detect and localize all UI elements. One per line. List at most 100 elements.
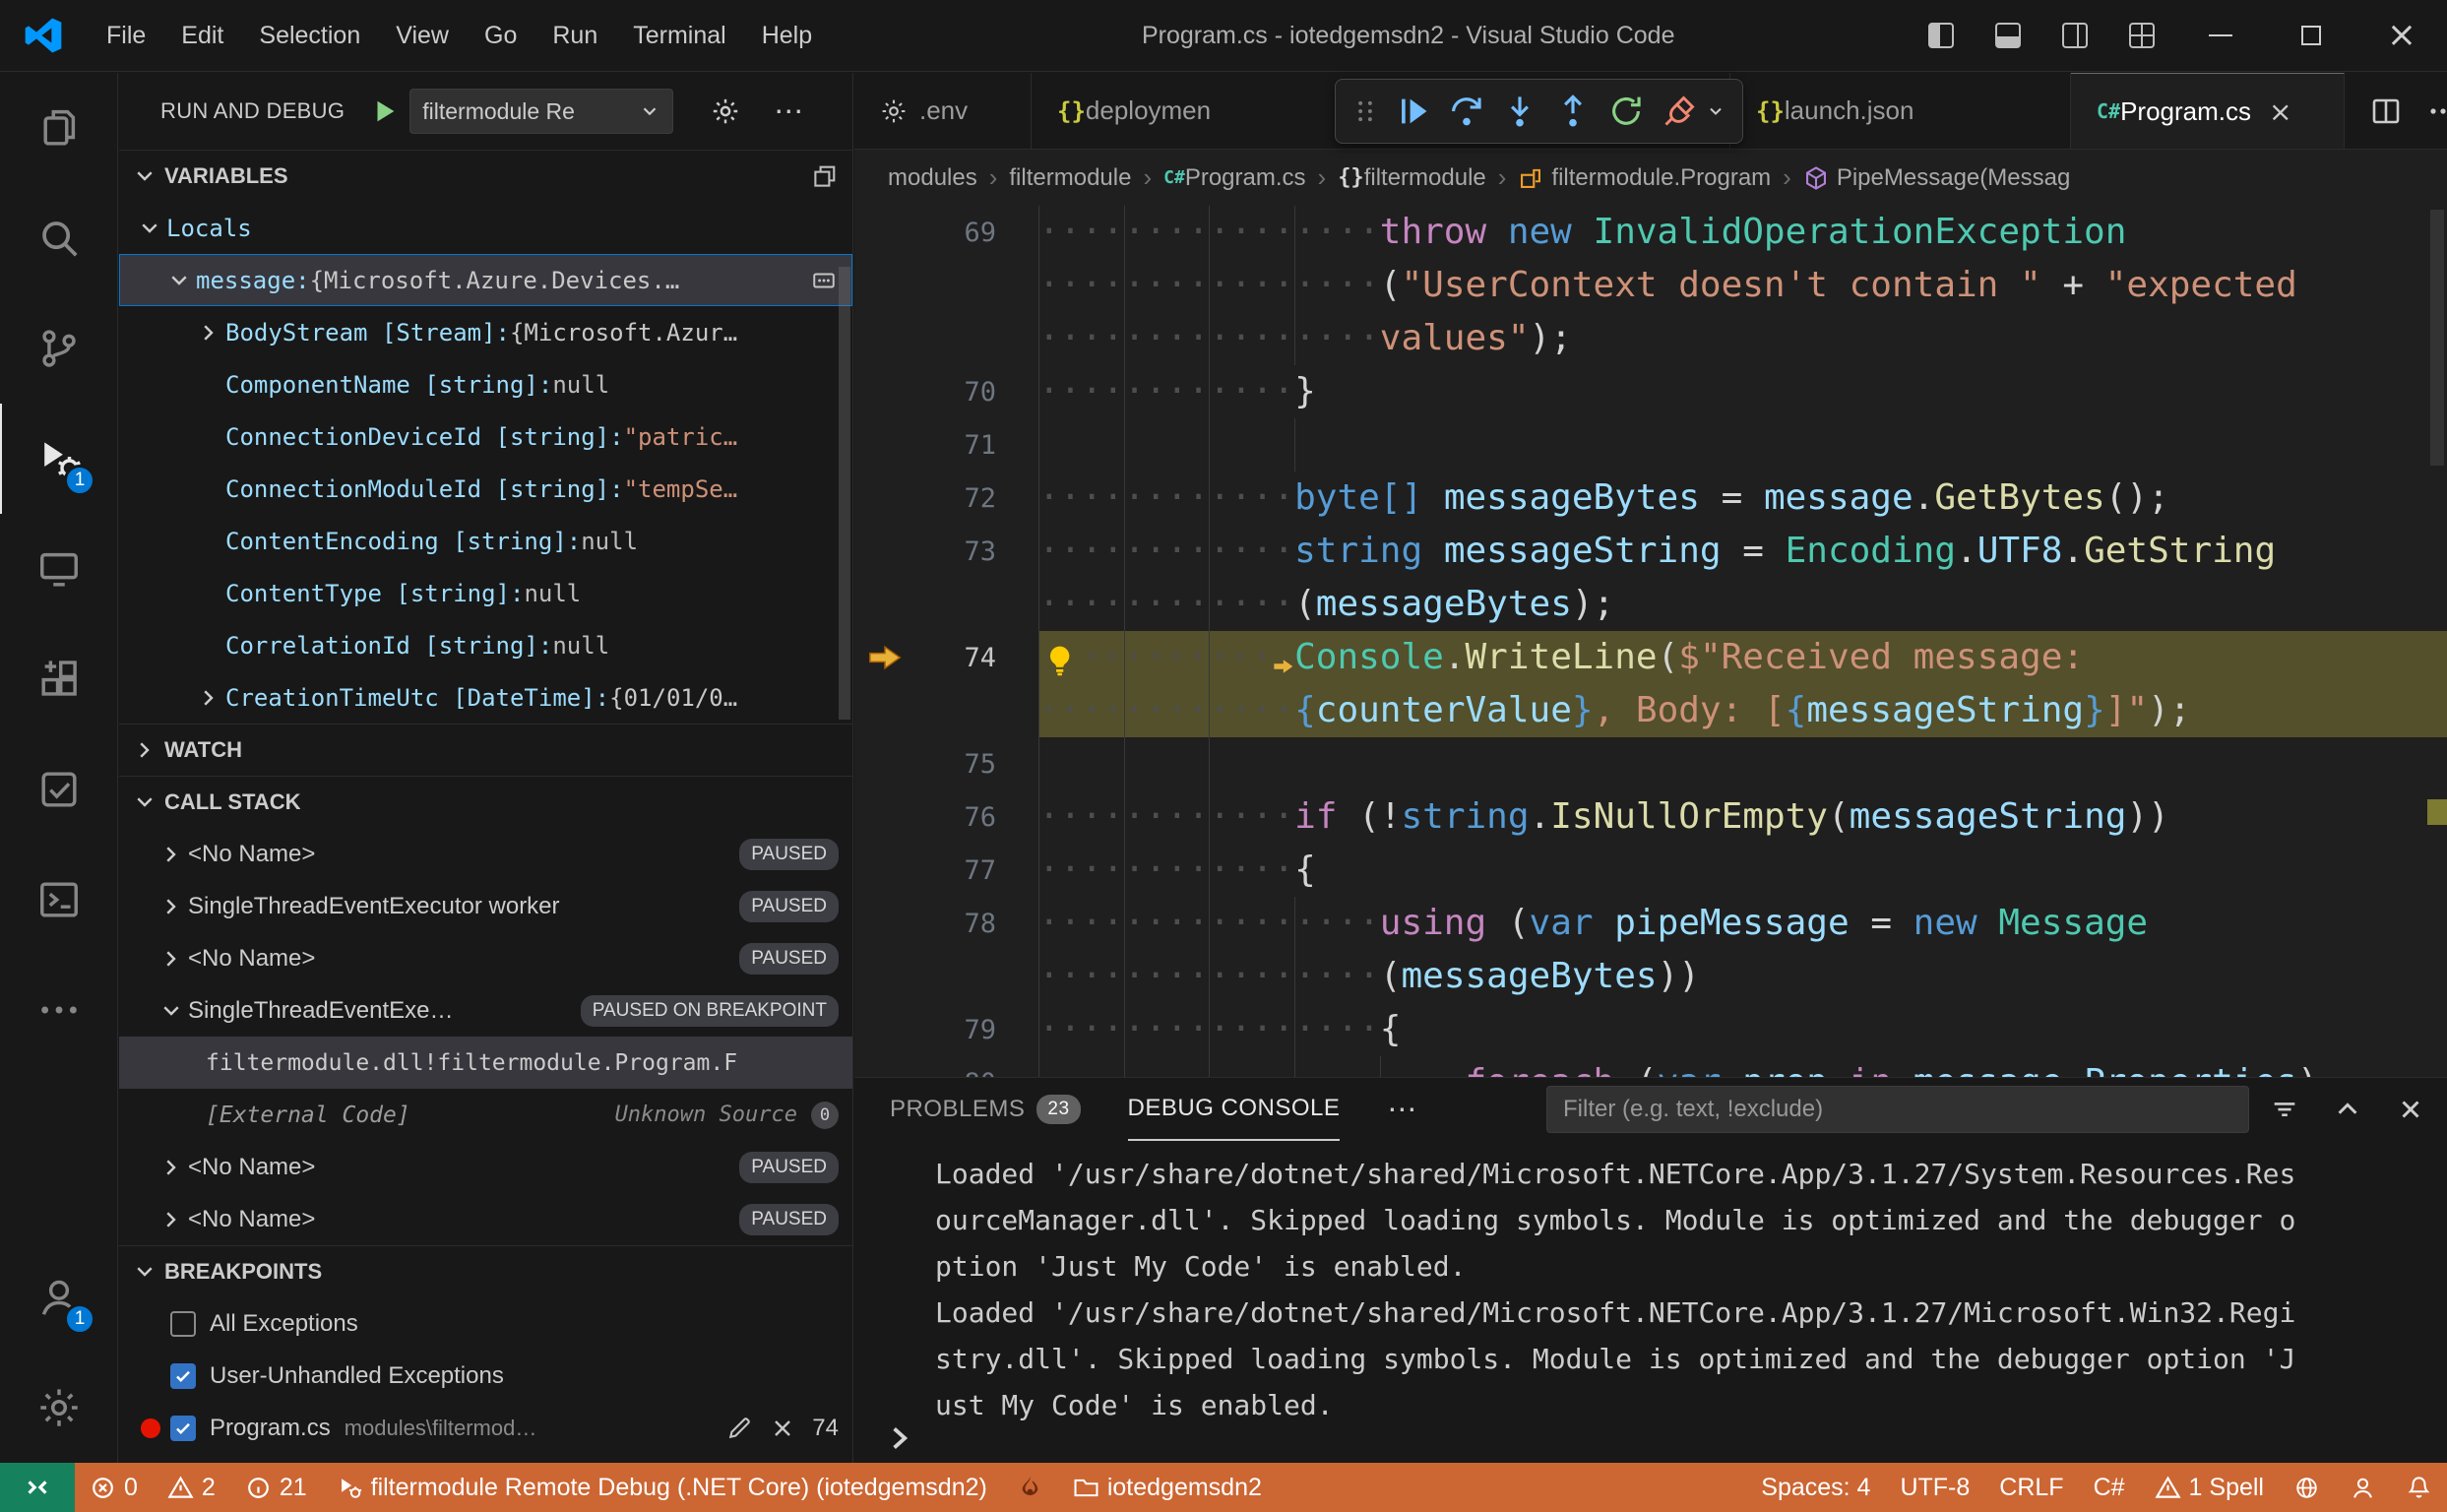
console-prompt-icon[interactable] xyxy=(884,1421,917,1455)
call-stack-thread[interactable]: <No Name>PAUSED xyxy=(119,932,852,984)
section-variables[interactable]: VARIABLES xyxy=(119,150,852,202)
variable-row[interactable]: CreationTimeUtc [DateTime]: {01/01/0… xyxy=(119,671,852,724)
filter-lines-icon[interactable] xyxy=(2270,1095,2299,1124)
activity-extensions[interactable] xyxy=(0,624,117,734)
editor-scrollbar[interactable] xyxy=(2427,151,2447,1077)
call-stack-thread[interactable]: SingleThreadEventExe…PAUSED ON BREAKPOIN… xyxy=(119,984,852,1037)
activity-run-and-debug[interactable]: 1 xyxy=(0,404,117,514)
minimize-button[interactable] xyxy=(2175,0,2266,71)
code-line-74[interactable]: 74·········Console.WriteLine($"Received … xyxy=(854,631,2447,684)
step-over-icon[interactable] xyxy=(1449,94,1484,129)
status-indentation[interactable]: Spaces: 4 xyxy=(1746,1463,1885,1512)
code-line-wrap[interactable]: ················(messageBytes)) xyxy=(854,950,2447,1003)
breadcrumb-item[interactable]: modules xyxy=(888,164,977,192)
section-call-stack[interactable]: CALL STACK xyxy=(119,776,852,828)
status-infos[interactable]: 21 xyxy=(230,1463,322,1512)
lightbulb-icon[interactable] xyxy=(1038,641,1081,676)
status-iot-edge-flame[interactable] xyxy=(1002,1463,1058,1512)
gutter[interactable] xyxy=(854,259,1038,312)
toggle-sidebar-icon[interactable] xyxy=(1928,23,1954,48)
stack-frame[interactable]: filtermodule.dll!filtermodule.Program.F xyxy=(119,1037,852,1089)
activity-accounts[interactable]: 1 xyxy=(0,1242,117,1353)
gutter[interactable]: 71 xyxy=(854,418,1038,472)
gutter[interactable] xyxy=(854,578,1038,631)
gutter[interactable]: 77 xyxy=(854,844,1038,897)
menu-terminal[interactable]: Terminal xyxy=(615,0,743,72)
scrollbar-thumb[interactable] xyxy=(2430,210,2444,466)
activity-settings[interactable] xyxy=(0,1353,117,1463)
variable-row[interactable]: ConnectionModuleId [string]: "tempSe… xyxy=(119,463,852,515)
close-button[interactable]: × xyxy=(2356,0,2447,71)
code-line-69[interactable]: 69················throw new InvalidOpera… xyxy=(854,206,2447,259)
gutter[interactable]: 70 xyxy=(854,365,1038,418)
customize-layout-icon[interactable] xyxy=(2129,23,2155,48)
call-stack-thread[interactable]: SingleThreadEventExecutor workerPAUSED xyxy=(119,880,852,932)
section-breakpoints[interactable]: BREAKPOINTS xyxy=(119,1245,852,1297)
code-line-72[interactable]: 72············byte[] messageBytes = mess… xyxy=(854,472,2447,525)
variable-row[interactable]: ConnectionDeviceId [string]: "patric… xyxy=(119,410,852,463)
activity-search[interactable] xyxy=(0,183,117,293)
maximize-button[interactable] xyxy=(2266,0,2356,71)
gutter[interactable]: 74 xyxy=(854,631,1038,684)
gutter[interactable]: 80 xyxy=(854,1056,1038,1077)
panel-tab-problems[interactable]: PROBLEMS23 xyxy=(890,1078,1081,1141)
gutter[interactable] xyxy=(854,312,1038,365)
panel-tab-debug-console[interactable]: DEBUG CONSOLE xyxy=(1128,1078,1341,1141)
status-remote-indicator[interactable] xyxy=(0,1463,75,1512)
status-debug-session[interactable]: filtermodule Remote Debug (.NET Core) (i… xyxy=(322,1463,1002,1512)
status-eol[interactable]: CRLF xyxy=(1984,1463,2078,1512)
menu-edit[interactable]: Edit xyxy=(163,0,241,72)
breakpoint-row[interactable]: All Exceptions xyxy=(119,1297,852,1350)
call-stack-thread[interactable]: <No Name>PAUSED xyxy=(119,1141,852,1193)
variable-row[interactable]: CorrelationId [string]: null xyxy=(119,619,852,671)
breadcrumb-item[interactable]: filtermodule.Program xyxy=(1518,164,1771,192)
status-feedback[interactable] xyxy=(2335,1463,2391,1512)
tab-.env[interactable]: .env xyxy=(854,73,1032,149)
debug-console-output[interactable]: Loaded '/usr/share/dotnet/shared/Microso… xyxy=(854,1141,2447,1428)
status-language-mode[interactable]: C# xyxy=(2079,1463,2140,1512)
debug-config-select[interactable]: filtermodule Re xyxy=(409,89,673,134)
view-binary-icon[interactable] xyxy=(809,268,839,293)
code-line-wrap[interactable]: ············(messageBytes); xyxy=(854,578,2447,631)
breadcrumb-item[interactable]: {}filtermodule xyxy=(1338,164,1486,192)
code-line-wrap[interactable]: ············{counterValue}, Body: [{mess… xyxy=(854,684,2447,737)
close-tab-icon[interactable]: × xyxy=(2269,95,2291,128)
sidebar-more-actions[interactable]: ⋯ xyxy=(774,94,805,129)
code-line-73[interactable]: 73············string messageString = Enc… xyxy=(854,525,2447,578)
activity-source-control[interactable] xyxy=(0,293,117,404)
collapse-all-icon[interactable] xyxy=(811,162,839,190)
gutter[interactable] xyxy=(854,950,1038,1003)
gutter[interactable] xyxy=(854,684,1038,737)
maximize-panel-icon[interactable] xyxy=(2333,1095,2362,1124)
close-panel-icon[interactable] xyxy=(2396,1095,2425,1124)
menu-file[interactable]: File xyxy=(89,0,163,72)
gutter[interactable]: 79 xyxy=(854,1003,1038,1056)
code-line-76[interactable]: 76············if (!string.IsNullOrEmpty(… xyxy=(854,790,2447,844)
code-line-79[interactable]: 79················{ xyxy=(854,1003,2447,1056)
status-ports[interactable] xyxy=(2279,1463,2335,1512)
activity-terminal-view[interactable] xyxy=(0,845,117,955)
gutter[interactable]: 69 xyxy=(854,206,1038,259)
gutter[interactable]: 78 xyxy=(854,897,1038,950)
code-line-75[interactable]: 75 xyxy=(854,737,2447,790)
activity-explorer[interactable] xyxy=(0,73,117,183)
step-into-icon[interactable] xyxy=(1502,94,1537,129)
variable-row[interactable]: ContentType [string]: null xyxy=(119,567,852,619)
toggle-secondary-sidebar-icon[interactable] xyxy=(2062,23,2088,48)
stack-frame[interactable]: [External Code]Unknown Source0 xyxy=(119,1089,852,1141)
menu-selection[interactable]: Selection xyxy=(241,0,378,72)
edit-breakpoint-icon[interactable] xyxy=(725,1415,753,1442)
breadcrumb-item[interactable]: C#Program.cs xyxy=(1163,164,1305,192)
menu-help[interactable]: Help xyxy=(744,0,830,72)
status-warnings[interactable]: 2 xyxy=(153,1463,230,1512)
variable-row[interactable]: ContentEncoding [string]: null xyxy=(119,515,852,567)
code-line-70[interactable]: 70············} xyxy=(854,365,2447,418)
gutter[interactable]: 75 xyxy=(854,737,1038,790)
disconnect-icon[interactable] xyxy=(1662,94,1697,129)
tab-launch.json[interactable]: {}launch.json xyxy=(1730,73,2071,149)
status-remote-folder[interactable]: iotedgemsdn2 xyxy=(1058,1463,1277,1512)
more-debug-actions-icon[interactable] xyxy=(1706,101,1725,121)
status-encoding[interactable]: UTF-8 xyxy=(1885,1463,1984,1512)
breadcrumb-item[interactable]: filtermodule xyxy=(1009,164,1131,192)
status-spell-checker[interactable]: 1 Spell xyxy=(2140,1463,2279,1512)
